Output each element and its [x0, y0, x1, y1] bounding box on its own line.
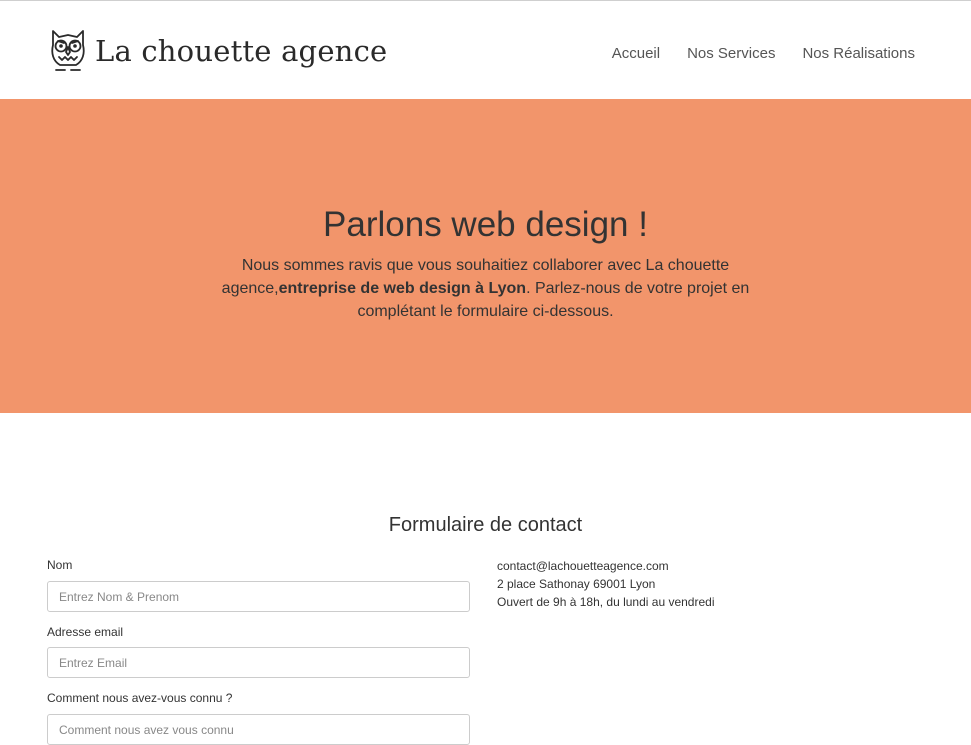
contact-hours: Ouvert de 9h à 18h, du lundi au vendredi — [497, 595, 715, 609]
nav-link-nos-realisations[interactable]: Nos Réalisations — [802, 45, 915, 63]
contact-email: contact@lachouetteagence.com — [497, 559, 669, 573]
nav-link-nos-services[interactable]: Nos Services — [687, 45, 775, 63]
email-label: Adresse email — [47, 625, 124, 639]
referral-input[interactable] — [47, 714, 470, 745]
main-nav: Accueil Nos Services Nos Réalisations — [612, 45, 915, 63]
nav-link-accueil[interactable]: Accueil — [612, 45, 660, 63]
owl-icon — [51, 30, 85, 71]
email-input[interactable] — [47, 647, 470, 678]
contact-address: 2 place Sathonay 69001 Lyon — [497, 577, 656, 591]
contact-info: contact@lachouetteagence.com 2 place Sat… — [497, 557, 715, 611]
logo-text: La chouette agence — [95, 33, 388, 68]
referral-label: Comment nous avez-vous connu ? — [47, 691, 233, 705]
site-header: La chouette agence Accueil Nos Services … — [0, 1, 971, 99]
hero-banner: Parlons web design ! Nous sommes ravis q… — [0, 99, 971, 413]
hero-text: Nous sommes ravis que vous souhaitiez co… — [210, 254, 761, 323]
contact-form-title: Formulaire de contact — [388, 514, 583, 536]
name-label: Nom — [47, 558, 73, 572]
site-logo[interactable]: La chouette agence — [47, 27, 387, 75]
hero-title: Parlons web design ! — [323, 205, 648, 244]
name-input[interactable] — [47, 581, 470, 612]
hero-text-highlight: entreprise de web design à Lyon — [278, 280, 527, 297]
